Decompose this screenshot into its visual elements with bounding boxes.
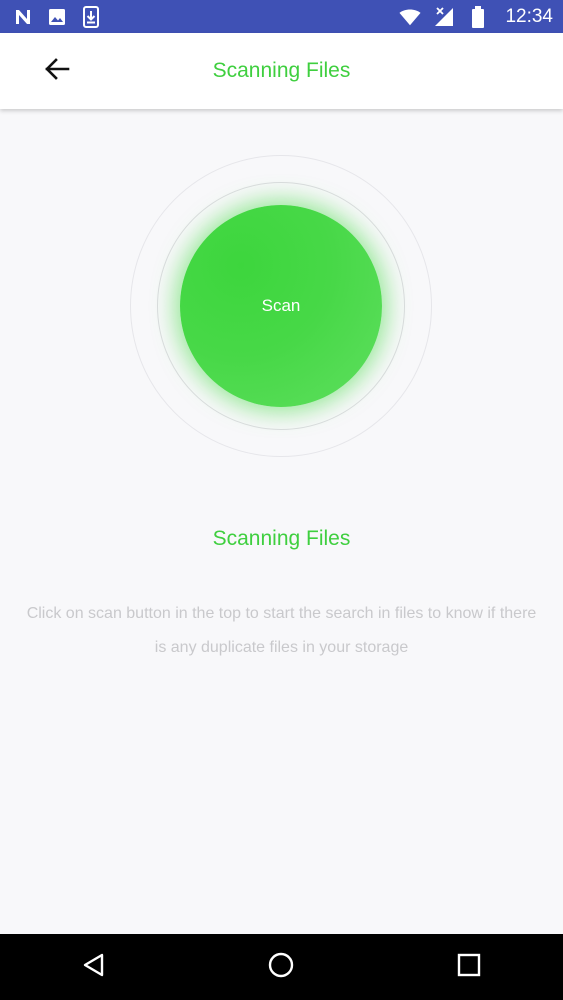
scan-description: Click on scan button in the top to start…: [26, 605, 537, 656]
wifi-icon: [399, 6, 421, 28]
recents-square-icon: [457, 953, 481, 982]
status-bar-left: [12, 5, 102, 28]
app-bar: Scanning Files: [0, 33, 563, 109]
nav-home-button[interactable]: [251, 937, 311, 997]
nav-recents-button[interactable]: [439, 937, 499, 997]
image-icon: [46, 6, 68, 28]
status-bar-right: 12:34: [399, 5, 553, 28]
scan-button[interactable]: Scan: [180, 205, 382, 407]
back-triangle-icon: [81, 952, 107, 983]
status-bar: 12:34: [0, 0, 563, 33]
nav-back-button[interactable]: [64, 937, 124, 997]
section-title: Scanning Files: [212, 527, 351, 550]
n-logo-icon: [12, 6, 34, 28]
download-icon: [80, 5, 102, 28]
back-button[interactable]: [40, 55, 74, 87]
app-bar-title: Scanning Files: [212, 59, 351, 82]
arrow-back-icon: [44, 57, 70, 86]
signal-icon: [433, 6, 455, 28]
battery-icon: [467, 5, 489, 28]
home-circle-icon: [267, 951, 295, 984]
navigation-bar: [0, 934, 563, 1000]
status-time: 12:34: [505, 5, 553, 27]
main-content: Scan Scanning Files Click on scan button…: [0, 109, 563, 934]
